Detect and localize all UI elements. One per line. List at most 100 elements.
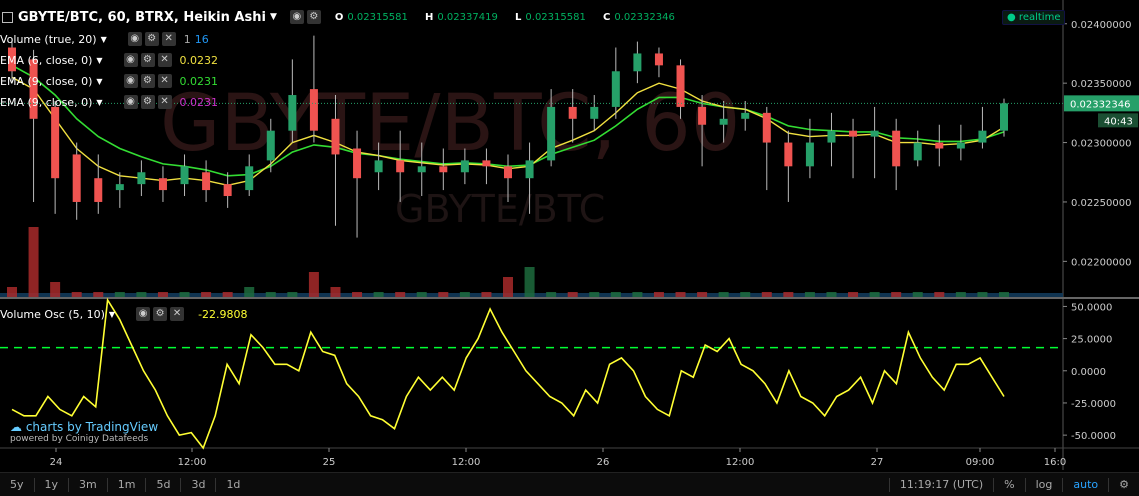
eye-icon[interactable]: ◉ xyxy=(123,53,138,67)
volume-bar xyxy=(438,292,449,297)
indicator-volume[interactable]: Volume (true, 20) ▼ ◉ ⚙ ✕ 1 16 xyxy=(0,30,209,48)
ohlc-values: O 0.02315581 H 0.02337419 L 0.02315581 C 0.0… xyxy=(321,12,675,23)
percent-toggle[interactable]: % xyxy=(994,478,1024,491)
indicator-value: -22.9808 xyxy=(198,307,248,321)
chevron-down-icon[interactable]: ▼ xyxy=(101,35,107,44)
timeframe-1d[interactable]: 1d xyxy=(216,478,250,491)
indicator-volume-osc[interactable]: Volume Osc (5, 10) ▼ ◉ ⚙ ✕ -22.9808 xyxy=(0,305,248,323)
indicator-ema-9-a[interactable]: EMA (9, close, 0) ▼ ◉ ⚙ ✕ 0.0231 xyxy=(0,72,218,90)
timeframe-3m[interactable]: 3m xyxy=(69,478,107,491)
volume-bar xyxy=(546,292,557,297)
gear-icon[interactable]: ⚙ xyxy=(1109,478,1139,491)
volume-bar xyxy=(503,277,513,297)
candle-body xyxy=(482,160,491,167)
indicator-ema-6[interactable]: EMA (6, close, 0) ▼ ◉ ⚙ ✕ 0.0232 xyxy=(0,51,218,69)
realtime-badge[interactable]: ● realtime xyxy=(1002,10,1066,25)
volume-bar xyxy=(222,292,233,297)
tradingview-branding[interactable]: ☁ charts by TradingView powered by Coini… xyxy=(10,420,158,444)
candle-body xyxy=(547,106,556,161)
timeframe-5y[interactable]: 5y xyxy=(0,478,34,491)
gear-icon[interactable]: ⚙ xyxy=(140,53,155,67)
volume-bar xyxy=(977,292,988,297)
gear-icon[interactable]: ⚙ xyxy=(140,95,155,109)
gear-icon[interactable]: ⚙ xyxy=(140,74,155,88)
candle-body xyxy=(698,106,707,125)
eye-icon[interactable]: ◉ xyxy=(136,307,151,321)
candle-body xyxy=(611,71,620,107)
close-icon[interactable]: ✕ xyxy=(170,307,185,321)
candle-body xyxy=(353,148,362,179)
volume-bar xyxy=(826,292,837,297)
gear-icon[interactable]: ⚙ xyxy=(144,32,159,46)
candle-body xyxy=(654,53,663,66)
volume-bar xyxy=(50,282,61,297)
volume-bar xyxy=(610,292,621,297)
timeframe-1y[interactable]: 1y xyxy=(35,478,69,491)
chevron-down-icon[interactable]: ▼ xyxy=(109,310,115,319)
volume-bar xyxy=(308,272,319,297)
timeframe-1m[interactable]: 1m xyxy=(108,478,146,491)
volume-bar xyxy=(804,292,815,297)
close-icon[interactable]: ✕ xyxy=(161,32,176,46)
volume-bar xyxy=(653,292,664,297)
utc-clock[interactable]: 11:19:17 (UTC) xyxy=(890,478,993,491)
volume-bar xyxy=(567,292,578,297)
countdown-label: 40:43 xyxy=(1104,116,1133,127)
indicator-label[interactable]: EMA (6, close, 0) xyxy=(0,54,92,67)
time-tick-label: 27 xyxy=(871,457,884,468)
indicator-label[interactable]: Volume (true, 20) xyxy=(0,33,97,46)
auto-toggle[interactable]: auto xyxy=(1063,478,1108,491)
timeframe-3d[interactable]: 3d xyxy=(181,478,215,491)
gear-icon[interactable]: ⚙ xyxy=(306,10,321,24)
volume-bar xyxy=(459,292,470,297)
time-tick-label: 09:00 xyxy=(966,457,995,468)
chevron-down-icon[interactable]: ▼ xyxy=(96,98,102,107)
symbol-title[interactable]: GBYTE/BTC, 60, BTRX, Heikin Ashi xyxy=(18,10,266,25)
close-icon[interactable]: ✕ xyxy=(157,74,172,88)
timeframe-5d[interactable]: 5d xyxy=(146,478,180,491)
indicator-controls: ◉ ⚙ ✕ xyxy=(121,53,172,67)
candle-body xyxy=(762,112,771,143)
volume-bar xyxy=(955,292,966,297)
gear-icon[interactable]: ⚙ xyxy=(153,307,168,321)
price-tick-label: 0.02250000 xyxy=(1071,198,1131,209)
volume-bar xyxy=(675,292,686,297)
indicator-controls: ◉ ⚙ ✕ xyxy=(133,307,185,321)
candle-body xyxy=(913,142,922,161)
eye-icon[interactable]: ◉ xyxy=(123,74,138,88)
chevron-down-icon[interactable]: ▼ xyxy=(270,12,277,22)
chevron-down-icon[interactable]: ▼ xyxy=(96,56,102,65)
volume-bar xyxy=(761,292,772,297)
candle-body xyxy=(568,106,577,119)
indicator-label[interactable]: Volume Osc (5, 10) xyxy=(0,308,105,321)
candle-body xyxy=(784,142,793,167)
volume-bar xyxy=(999,292,1009,297)
close-icon[interactable]: ✕ xyxy=(157,95,172,109)
candle-body xyxy=(158,178,167,191)
collapse-icon[interactable] xyxy=(2,11,13,23)
volume-bar xyxy=(848,292,859,297)
realtime-dot-icon: ● xyxy=(1007,12,1016,23)
indicator-controls: ◉ ⚙ ✕ xyxy=(125,32,176,46)
indicator-label[interactable]: EMA (9, close, 0) xyxy=(0,96,92,109)
eye-icon[interactable]: ◉ xyxy=(123,95,138,109)
eye-icon[interactable]: ◉ xyxy=(127,32,142,46)
candle-body xyxy=(870,130,879,137)
volume-bar xyxy=(718,292,729,297)
candle-body xyxy=(94,178,103,202)
log-toggle[interactable]: log xyxy=(1026,478,1063,491)
indicator-label[interactable]: EMA (9, close, 0) xyxy=(0,75,92,88)
indicator-ema-9-b[interactable]: EMA (9, close, 0) ▼ ◉ ⚙ ✕ 0.0231 xyxy=(0,93,218,111)
chevron-down-icon[interactable]: ▼ xyxy=(96,77,102,86)
candle-body xyxy=(892,130,901,167)
volume-bar xyxy=(136,292,147,297)
candle-body xyxy=(935,142,944,149)
candle-body xyxy=(180,166,189,185)
ohlc-close-value: 0.02332346 xyxy=(614,11,675,23)
close-icon[interactable]: ✕ xyxy=(157,53,172,67)
symbol-header[interactable]: GBYTE/BTC, 60, BTRX, Heikin Ashi ▼ ◉ ⚙ O… xyxy=(0,8,675,26)
indicator-controls: ◉ ⚙ ✕ xyxy=(121,95,172,109)
eye-icon[interactable]: ◉ xyxy=(289,10,304,24)
candle-body xyxy=(223,184,232,197)
volume-bar xyxy=(330,287,341,297)
